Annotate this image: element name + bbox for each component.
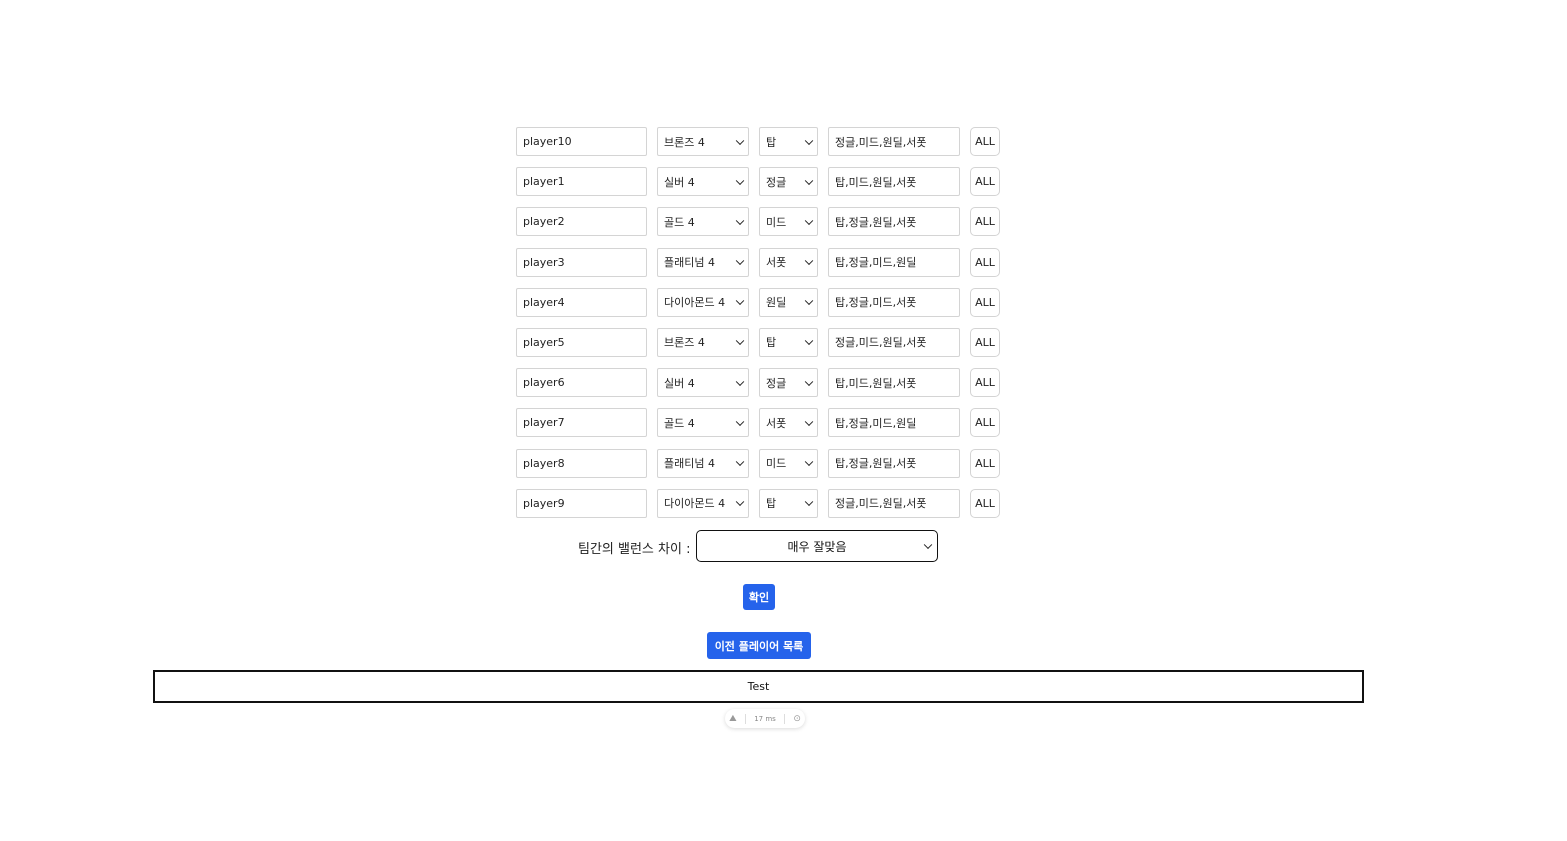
chevron-down-icon [735, 296, 745, 306]
result-box: Test [153, 670, 1364, 703]
all-positions-button[interactable]: ALL [970, 127, 1000, 156]
player-name-input[interactable]: player1 [516, 167, 647, 197]
tier-select[interactable]: 플래티넘 4 [657, 247, 749, 277]
balance-select[interactable]: 매우 잘맞음 [696, 530, 938, 562]
main-position-select[interactable]: 원딜 [759, 287, 818, 317]
chevron-down-icon [735, 417, 745, 426]
sub-positions-input[interactable]: 탑,정글,원딜,서폿 [828, 207, 960, 237]
player-name-input[interactable]: player3 [516, 247, 647, 277]
chevron-down-icon [804, 336, 814, 346]
sub-positions-input[interactable]: 탑,정글,미드,서폿 [828, 287, 960, 317]
chevron-down-icon [804, 256, 814, 266]
dev-toolbar[interactable]: ⛰ 17 ms ⊙ [725, 709, 805, 728]
result-text: Test [747, 680, 770, 693]
main-position-select[interactable]: 서폿 [759, 408, 818, 438]
chevron-down-icon [804, 136, 814, 145]
sub-positions-input[interactable]: 정글,미드,원딜,서폿 [828, 488, 960, 518]
balance-label: 팀간의 밸런스 차이 : [578, 542, 691, 557]
main-position-select[interactable]: 정글 [759, 368, 818, 398]
main-position-select[interactable]: 정글 [759, 167, 818, 197]
sub-positions-input[interactable]: 탑,미드,원딜,서폿 [828, 167, 960, 197]
nuxt-mountain-icon[interactable]: ⛰ [729, 714, 737, 724]
main-position-select[interactable]: 미드 [759, 207, 818, 237]
balance-selected-value: 매우 잘맞음 [787, 539, 847, 554]
player-name-input[interactable]: player6 [516, 368, 647, 398]
chevron-down-icon [735, 497, 745, 507]
chevron-down-icon [804, 377, 814, 386]
previous-players-button[interactable]: 이전 플레이어 목록 [707, 632, 811, 659]
tier-select[interactable]: 브론즈 4 [657, 127, 749, 156]
sub-positions-input[interactable]: 탑,미드,원딜,서폿 [828, 368, 960, 398]
player-row: player7 골드 4 서폿 탑,정글,미드,원딜 ALL [516, 408, 1006, 438]
all-positions-button[interactable]: ALL [970, 207, 1000, 237]
main-position-select[interactable]: 서폿 [759, 247, 818, 277]
player-name-input[interactable]: player10 [516, 127, 647, 156]
player-row: player8 플래티넘 4 미드 탑,정글,원딜,서폿 ALL [516, 448, 1006, 478]
player-row: player3 플래티넘 4 서폿 탑,정글,미드,원딜 ALL [516, 247, 1006, 277]
all-positions-button[interactable]: ALL [970, 167, 1000, 197]
main-position-select[interactable]: 탑 [759, 488, 818, 518]
chevron-down-icon [735, 256, 745, 266]
chevron-down-icon [804, 216, 814, 225]
player-name-input[interactable]: player5 [516, 327, 647, 357]
all-positions-button[interactable]: ALL [970, 368, 1000, 398]
chevron-down-icon [735, 176, 745, 185]
chevron-down-icon [735, 457, 745, 467]
tier-select[interactable]: 다이아몬드 4 [657, 287, 749, 317]
sub-positions-input[interactable]: 정글,미드,원딜,서폿 [828, 127, 960, 156]
all-positions-button[interactable]: ALL [970, 327, 1000, 357]
player-name-input[interactable]: player2 [516, 207, 647, 237]
tier-select[interactable]: 골드 4 [657, 408, 749, 438]
page: player10 브론즈 4 탑 정글,미드,원딜,서폿 ALL player1… [0, 0, 1567, 841]
player-name-input[interactable]: player4 [516, 287, 647, 317]
divider [784, 713, 786, 724]
all-positions-button[interactable]: ALL [970, 448, 1000, 478]
chevron-down-icon [735, 377, 745, 386]
chevron-down-icon [923, 540, 933, 550]
target-icon[interactable]: ⊙ [793, 714, 801, 724]
chevron-down-icon [804, 457, 814, 467]
divider [744, 713, 746, 724]
chevron-down-icon [804, 176, 814, 185]
player-name-input[interactable]: player9 [516, 488, 647, 518]
all-positions-button[interactable]: ALL [970, 408, 1000, 438]
chevron-down-icon [804, 296, 814, 306]
tier-select[interactable]: 다이아몬드 4 [657, 488, 749, 518]
tier-select[interactable]: 브론즈 4 [657, 327, 749, 357]
render-time: 17 ms [754, 714, 776, 723]
player-row: player4 다이아몬드 4 원딜 탑,정글,미드,서폿 ALL [516, 287, 1006, 317]
tier-select[interactable]: 플래티넘 4 [657, 448, 749, 478]
all-positions-button[interactable]: ALL [970, 247, 1000, 277]
chevron-down-icon [735, 136, 745, 145]
player-name-input[interactable]: player7 [516, 408, 647, 438]
player-name-input[interactable]: player8 [516, 448, 647, 478]
all-positions-button[interactable]: ALL [970, 488, 1000, 518]
sub-positions-input[interactable]: 탑,정글,미드,원딜 [828, 408, 960, 438]
balance-row: 팀간의 밸런스 차이 : 매우 잘맞음 [0, 530, 1567, 562]
tier-select[interactable]: 골드 4 [657, 207, 749, 237]
player-row: player2 골드 4 미드 탑,정글,원딜,서폿 ALL [516, 207, 1006, 237]
chevron-down-icon [804, 497, 814, 507]
sub-positions-input[interactable]: 정글,미드,원딜,서폿 [828, 327, 960, 357]
sub-positions-input[interactable]: 탑,정글,원딜,서폿 [828, 448, 960, 478]
player-row: player1 실버 4 정글 탑,미드,원딜,서폿 ALL [516, 167, 1006, 197]
tier-select[interactable]: 실버 4 [657, 368, 749, 398]
player-row: player5 브론즈 4 탑 정글,미드,원딜,서폿 ALL [516, 327, 1006, 357]
main-position-select[interactable]: 탑 [759, 127, 818, 156]
chevron-down-icon [735, 216, 745, 225]
main-position-select[interactable]: 미드 [759, 448, 818, 478]
sub-positions-input[interactable]: 탑,정글,미드,원딜 [828, 247, 960, 277]
chevron-down-icon [735, 336, 745, 346]
main-position-select[interactable]: 탑 [759, 327, 818, 357]
chevron-down-icon [804, 417, 814, 426]
tier-select[interactable]: 실버 4 [657, 167, 749, 197]
player-row: player9 다이아몬드 4 탑 정글,미드,원딜,서폿 ALL [516, 488, 1006, 518]
player-list: player10 브론즈 4 탑 정글,미드,원딜,서폿 ALL player1… [516, 127, 1006, 529]
player-row: player10 브론즈 4 탑 정글,미드,원딜,서폿 ALL [516, 127, 1006, 156]
player-row: player6 실버 4 정글 탑,미드,원딜,서폿 ALL [516, 368, 1006, 398]
confirm-button[interactable]: 확인 [743, 584, 775, 610]
all-positions-button[interactable]: ALL [970, 287, 1000, 317]
